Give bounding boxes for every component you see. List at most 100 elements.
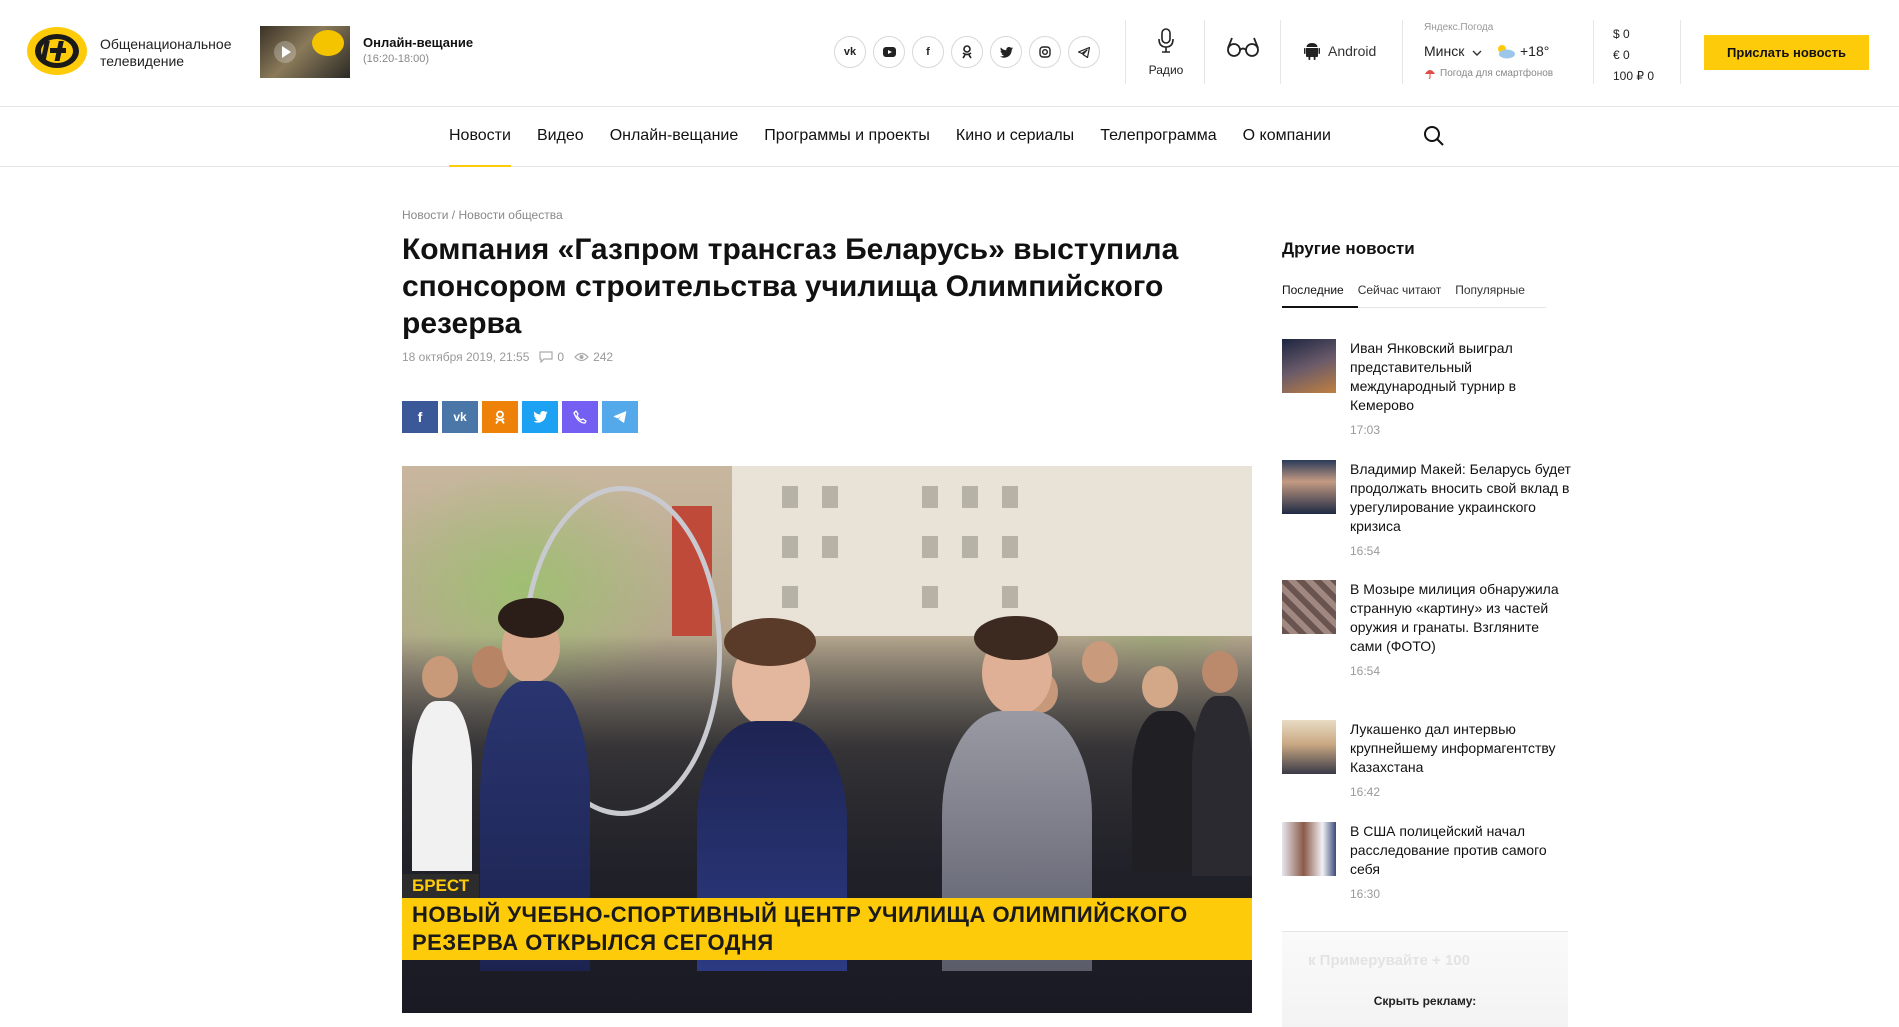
twitter-icon[interactable] bbox=[990, 36, 1022, 68]
nav-item-news[interactable]: Новости bbox=[449, 108, 524, 167]
news-item[interactable]: Иван Янковский выиграл представительный … bbox=[1282, 339, 1572, 437]
news-item[interactable]: Лукашенко дал интервью крупнейшему инфор… bbox=[1282, 720, 1572, 799]
window bbox=[922, 586, 938, 608]
facebook-icon[interactable]: f bbox=[912, 36, 944, 68]
weather-temperature: +18° bbox=[1494, 43, 1549, 59]
breadcrumb-news[interactable]: Новости bbox=[402, 208, 448, 222]
tab-reading-now[interactable]: Сейчас читают bbox=[1358, 275, 1442, 307]
rate-usd: $ 0 bbox=[1613, 27, 1630, 41]
weather-smartphones-link[interactable]: Погода для смартфонов bbox=[1424, 68, 1553, 79]
breadcrumb-society[interactable]: Новости общества bbox=[458, 208, 562, 222]
views-value: 242 bbox=[593, 350, 614, 364]
caption-line-2: РЕЗЕРВА ОТКРЫЛСЯ СЕГОДНЯ bbox=[412, 930, 774, 955]
play-icon[interactable] bbox=[274, 41, 296, 63]
tab-popular[interactable]: Популярные bbox=[1455, 275, 1525, 307]
other-news-title: Другие новости bbox=[1282, 239, 1415, 258]
window bbox=[1002, 486, 1018, 508]
main-nav: Новости Видео Онлайн-вещание Программы и… bbox=[0, 108, 1899, 167]
odnoklassniki-icon[interactable] bbox=[951, 36, 983, 68]
news-thumbnail[interactable] bbox=[1282, 460, 1336, 514]
rate-eur: € 0 bbox=[1613, 48, 1630, 62]
nav-item-tv-guide[interactable]: Телепрограмма bbox=[1087, 108, 1229, 167]
weather-city-select[interactable]: Минск bbox=[1424, 43, 1482, 59]
news-title[interactable]: Лукашенко дал интервью крупнейшему инфор… bbox=[1350, 720, 1572, 777]
caption-line-1: НОВЫЙ УЧЕБНО-СПОРТИВНЫЙ ЦЕНТР УЧИЛИЩА ОЛ… bbox=[412, 902, 1188, 927]
comments-value: 0 bbox=[557, 350, 565, 364]
article-title: Компания «Газпром трансгаз Беларусь» выс… bbox=[402, 233, 1179, 340]
nav-item-cinema[interactable]: Кино и сериалы bbox=[943, 108, 1087, 167]
live-stream-thumbnail[interactable] bbox=[260, 26, 350, 78]
news-time: 16:30 bbox=[1350, 887, 1381, 901]
news-title[interactable]: В Мозыре милиция обнаружила странную «ка… bbox=[1350, 580, 1572, 656]
window bbox=[1002, 586, 1018, 608]
radio-label: Радио bbox=[1148, 63, 1184, 77]
ont-mini-logo bbox=[312, 30, 344, 56]
advertisement-block: к Примерувайте + 100 Скрыть рекламу: bbox=[1282, 931, 1568, 1027]
vk-icon: vk bbox=[453, 410, 467, 424]
android-app-link[interactable]: Android bbox=[1304, 42, 1376, 60]
radio-button[interactable]: Радио bbox=[1144, 28, 1188, 77]
top-header: Общенациональное телевидение Онлайн-веща… bbox=[0, 0, 1899, 107]
news-item[interactable]: В США полицейский начал расследование пр… bbox=[1282, 822, 1572, 901]
eye-icon bbox=[574, 352, 589, 362]
facebook-icon: f bbox=[417, 409, 423, 425]
window bbox=[922, 536, 938, 558]
gymnast-hair bbox=[724, 618, 816, 666]
views-count: 242 bbox=[574, 350, 613, 364]
news-thumbnail[interactable] bbox=[1282, 720, 1336, 774]
news-item[interactable]: Владимир Макей: Беларусь будет продолжат… bbox=[1282, 460, 1572, 558]
instagram-icon[interactable] bbox=[1029, 36, 1061, 68]
comment-icon bbox=[539, 351, 553, 363]
search-icon[interactable] bbox=[1423, 125, 1445, 147]
background-building bbox=[732, 466, 1252, 636]
window bbox=[782, 486, 798, 508]
send-news-button[interactable]: Прислать новость bbox=[1704, 35, 1869, 70]
android-label: Android bbox=[1328, 43, 1377, 59]
spectator-body bbox=[1192, 696, 1252, 876]
nav-item-about[interactable]: О компании bbox=[1230, 108, 1344, 167]
divider bbox=[1125, 20, 1126, 84]
live-stream-time: (16:20-18:00) bbox=[363, 53, 430, 65]
share-facebook-button[interactable]: f bbox=[402, 401, 438, 433]
nav-items: Новости Видео Онлайн-вещание Программы и… bbox=[449, 108, 1344, 167]
news-thumbnail[interactable] bbox=[1282, 580, 1336, 634]
news-title[interactable]: Владимир Макей: Беларусь будет продолжат… bbox=[1350, 460, 1572, 536]
nav-item-video[interactable]: Видео bbox=[524, 108, 597, 167]
tab-latest[interactable]: Последние bbox=[1282, 275, 1358, 308]
share-telegram-button[interactable] bbox=[602, 401, 638, 433]
news-time: 16:42 bbox=[1350, 785, 1381, 799]
share-odnoklassniki-button[interactable] bbox=[482, 401, 518, 433]
window bbox=[922, 486, 938, 508]
window bbox=[782, 536, 798, 558]
ont-logo[interactable] bbox=[26, 26, 88, 76]
news-thumbnail[interactable] bbox=[1282, 822, 1336, 876]
live-stream-title[interactable]: Онлайн-вещание bbox=[363, 35, 473, 50]
news-title[interactable]: В США полицейский начал расследование пр… bbox=[1350, 822, 1572, 879]
ad-faded-text: к Примерувайте + 100 bbox=[1308, 952, 1470, 969]
share-twitter-button[interactable] bbox=[522, 401, 558, 433]
telegram-icon[interactable] bbox=[1068, 36, 1100, 68]
window bbox=[962, 536, 978, 558]
youtube-icon[interactable] bbox=[873, 36, 905, 68]
news-item[interactable]: В Мозыре милиция обнаружила странную «ка… bbox=[1282, 580, 1572, 678]
window bbox=[962, 486, 978, 508]
news-title[interactable]: Иван Янковский выиграл представительный … bbox=[1350, 339, 1572, 415]
twitter-icon bbox=[532, 411, 548, 423]
article-meta: 18 октября 2019, 21:55 0 242 bbox=[402, 350, 613, 364]
nav-item-programs[interactable]: Программы и проекты bbox=[751, 108, 943, 167]
share-viber-button[interactable] bbox=[562, 401, 598, 433]
vk-icon[interactable]: vk bbox=[834, 36, 866, 68]
spectator-head bbox=[1142, 666, 1178, 708]
share-vk-button[interactable]: vk bbox=[442, 401, 478, 433]
accessibility-glasses-icon[interactable] bbox=[1226, 36, 1260, 58]
nav-item-online[interactable]: Онлайн-вещание bbox=[597, 108, 752, 167]
viber-icon bbox=[573, 410, 587, 424]
spectator-head bbox=[1202, 651, 1238, 693]
weather-source[interactable]: Яндекс.Погода bbox=[1424, 22, 1493, 33]
news-thumbnail[interactable] bbox=[1282, 339, 1336, 393]
article-date: 18 октября 2019, 21:55 bbox=[402, 350, 530, 364]
brand-name[interactable]: Общенациональное телевидение bbox=[100, 36, 240, 70]
weather-temp-value: +18° bbox=[1520, 43, 1550, 59]
comments-count[interactable]: 0 bbox=[539, 350, 564, 364]
hide-ad-button[interactable]: Скрыть рекламу: bbox=[1282, 994, 1568, 1008]
